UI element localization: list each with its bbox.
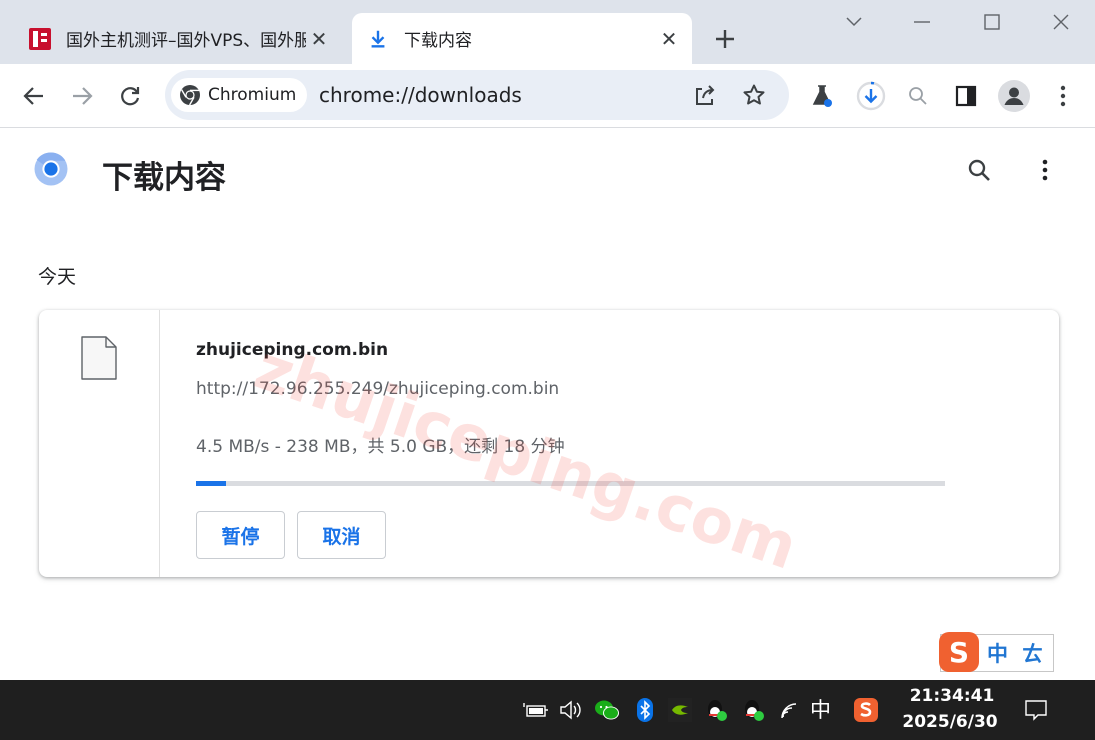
file-url[interactable]: http://172.96.255.249/zhujiceping.com.bi… (196, 379, 559, 399)
tab-title: 下载内容 (404, 31, 472, 51)
tab-strip: 国外主机测评–国外VPS、国外服务器 ✕ 下载内容 ✕ (0, 0, 1095, 64)
qq-icon-2[interactable] (739, 696, 767, 724)
url-text[interactable]: chrome://downloads (319, 83, 522, 107)
clock-time[interactable]: 21:34:41 (902, 686, 1002, 706)
cancel-button[interactable]: 取消 (297, 511, 386, 559)
chevron-down-icon[interactable] (836, 6, 872, 38)
site-favicon-icon (28, 27, 52, 51)
profile-icon[interactable] (997, 79, 1031, 113)
volume-icon[interactable] (557, 696, 585, 724)
download-icon-column (39, 310, 160, 577)
new-tab-icon[interactable] (708, 22, 742, 56)
tab-title: 国外主机测评–国外VPS、国外服务器 (66, 31, 306, 51)
download-item: zhujiceping.com.bin http://172.96.255.24… (39, 310, 1059, 577)
star-icon[interactable] (737, 78, 771, 112)
download-icon[interactable] (854, 79, 888, 113)
tab-downloads[interactable]: 下载内容 ✕ (352, 13, 692, 64)
menu-icon[interactable] (1046, 79, 1080, 113)
progress-fill (196, 481, 226, 486)
nvidia-icon[interactable] (666, 696, 694, 724)
clock-date[interactable]: 2025/6/30 (898, 712, 1002, 732)
reload-icon[interactable] (113, 79, 147, 113)
qq-icon[interactable] (702, 696, 730, 724)
wechat-icon[interactable] (593, 696, 621, 724)
file-name[interactable]: zhujiceping.com.bin (196, 340, 388, 360)
zoom-icon[interactable] (901, 79, 935, 113)
back-icon[interactable] (17, 79, 51, 113)
ime-mode[interactable]: 中 (987, 638, 1008, 668)
site-info-chip[interactable]: Chromium (171, 78, 307, 112)
close-window-icon[interactable] (1043, 6, 1079, 38)
bluetooth-icon[interactable] (631, 696, 659, 724)
ime-indicator[interactable]: 中 (810, 694, 831, 724)
file-icon (81, 336, 117, 380)
toolbar: Chromium chrome://downloads (0, 64, 1095, 128)
forward-icon[interactable] (65, 79, 99, 113)
maximize-icon[interactable] (974, 6, 1010, 38)
share-icon[interactable] (688, 78, 722, 112)
chip-label: Chromium (208, 85, 297, 105)
close-icon[interactable]: ✕ (656, 26, 682, 52)
pause-button[interactable]: 暂停 (196, 511, 285, 559)
download-icon (366, 27, 390, 51)
battery-icon[interactable] (522, 696, 550, 724)
downloads-header: 下载内容 (0, 128, 1095, 218)
search-icon[interactable] (962, 153, 996, 187)
minimize-icon[interactable] (904, 6, 940, 38)
close-icon[interactable]: ✕ (306, 26, 332, 52)
omnibox[interactable]: Chromium chrome://downloads (165, 70, 789, 120)
taskbar: 中 21:34:41 2025/6/30 (0, 680, 1095, 740)
progress-bar (196, 481, 945, 486)
tab-zhujiceping[interactable]: 国外主机测评–国外VPS、国外服务器 ✕ (14, 13, 350, 64)
side-panel-icon[interactable] (949, 79, 983, 113)
ime-toolbar[interactable]: S 中 ㄊ (939, 632, 1054, 672)
sogou-logo[interactable]: S (939, 632, 979, 672)
chromium-icon (180, 85, 200, 106)
sogou-icon[interactable] (852, 696, 880, 724)
notification-icon[interactable] (1022, 696, 1050, 724)
ime-punctuation[interactable]: ㄊ (1022, 638, 1043, 668)
download-status: 4.5 MB/s - 238 MB，共 5.0 GB，还剩 18 分钟 (196, 437, 565, 457)
wifi-icon[interactable] (776, 696, 804, 724)
labs-icon[interactable] (805, 79, 839, 113)
more-options-icon[interactable] (1028, 153, 1062, 187)
date-heading: 今天 (38, 266, 77, 288)
page-title: 下载内容 (102, 160, 226, 196)
chromium-logo-icon (34, 152, 68, 186)
